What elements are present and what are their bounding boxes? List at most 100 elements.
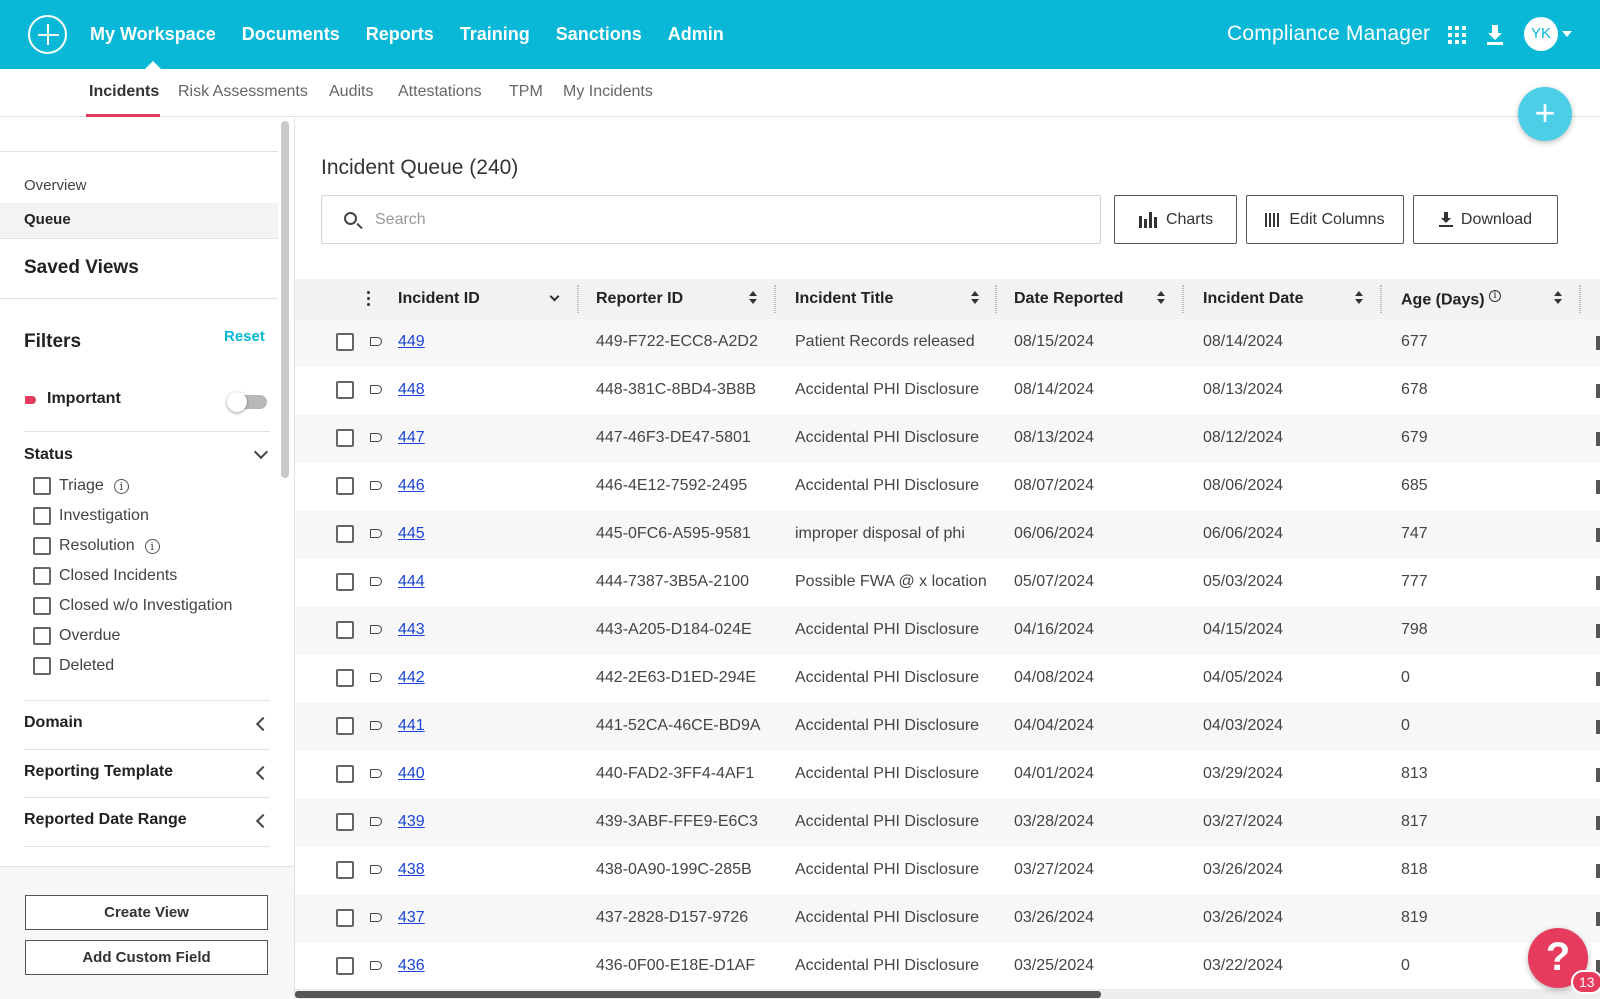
sidebar-scrollbar[interactable] <box>281 121 289 478</box>
sort-icon[interactable] <box>1355 291 1363 305</box>
column-resize-handle[interactable] <box>995 285 997 313</box>
checkbox[interactable] <box>33 657 51 675</box>
sort-icon[interactable] <box>1157 291 1165 305</box>
column-resize-handle[interactable] <box>1579 285 1581 313</box>
checkbox[interactable] <box>33 597 51 615</box>
incident-id-link[interactable]: 437 <box>398 909 425 927</box>
status-option-deleted[interactable]: Deleted <box>33 655 114 677</box>
row-checkbox[interactable] <box>336 381 354 399</box>
tag-icon[interactable] <box>370 817 382 826</box>
tag-icon[interactable] <box>370 481 382 490</box>
table-row[interactable]: 445 445-0FC6-A595-9581 improper disposal o… <box>295 511 1600 559</box>
search-box[interactable] <box>321 195 1101 244</box>
sort-icon[interactable] <box>971 291 979 305</box>
column-header-age-days[interactable]: Age (Days) i <box>1401 290 1502 309</box>
table-row[interactable]: 438 438-0A90-199C-285B Accidental PHI Disc… <box>295 847 1600 895</box>
tab-risk-assessments[interactable]: Risk Assessments <box>178 83 308 101</box>
tab-attestations[interactable]: Attestations <box>398 83 482 101</box>
tag-icon[interactable] <box>370 529 382 538</box>
table-row[interactable]: 437 437-2828-D157-9726 Accidental PHI Disc… <box>295 895 1600 943</box>
saved-views-heading[interactable]: Saved Views <box>24 257 139 279</box>
tab-incidents[interactable]: Incidents <box>89 83 159 101</box>
nav-admin[interactable]: Admin <box>668 0 724 69</box>
row-checkbox[interactable] <box>336 669 354 687</box>
tag-icon[interactable] <box>370 865 382 874</box>
app-grid-icon[interactable] <box>1448 26 1466 44</box>
sort-icon[interactable] <box>749 291 757 305</box>
incident-id-link[interactable]: 447 <box>398 429 425 447</box>
download-icon[interactable] <box>1486 24 1504 46</box>
checkbox[interactable] <box>33 507 51 525</box>
column-resize-handle[interactable] <box>1380 285 1382 313</box>
row-checkbox[interactable] <box>336 333 354 351</box>
incident-id-link[interactable]: 441 <box>398 717 425 735</box>
chevron-down-icon[interactable] <box>253 444 269 460</box>
horizontal-scrollbar[interactable] <box>295 989 1600 999</box>
table-row[interactable]: 448 448-381C-8BD4-3B8B Accidental PHI Disc… <box>295 367 1600 415</box>
create-view-button[interactable]: Create View <box>25 895 268 930</box>
important-toggle[interactable] <box>227 392 267 412</box>
nav-sanctions[interactable]: Sanctions <box>556 0 642 69</box>
add-incident-button[interactable]: + <box>1518 87 1572 141</box>
download-button[interactable]: Download <box>1413 195 1558 244</box>
search-input[interactable] <box>375 208 1075 232</box>
row-checkbox[interactable] <box>336 909 354 927</box>
info-icon[interactable]: i <box>144 538 160 554</box>
domain-filter[interactable]: Domain <box>0 700 278 748</box>
row-checkbox[interactable] <box>336 429 354 447</box>
sort-icon[interactable] <box>1554 291 1562 305</box>
checkbox[interactable] <box>33 537 51 555</box>
column-resize-handle[interactable] <box>1182 285 1184 313</box>
chevron-left-icon[interactable] <box>255 813 271 829</box>
column-header-incident-date[interactable]: Incident Date <box>1203 290 1303 308</box>
info-icon[interactable]: i <box>113 478 129 494</box>
row-checkbox[interactable] <box>336 861 354 879</box>
row-checkbox[interactable] <box>336 765 354 783</box>
chevron-down-icon[interactable] <box>549 291 560 302</box>
table-row[interactable]: 442 442-2E63-D1ED-294E Accidental PHI Disc… <box>295 655 1600 703</box>
nav-documents[interactable]: Documents <box>242 0 340 69</box>
table-row[interactable]: 443 443-A205-D184-024E Accidental PHI Disc… <box>295 607 1600 655</box>
tag-icon[interactable] <box>370 337 382 346</box>
tab-tpm[interactable]: TPM <box>509 83 543 101</box>
table-row[interactable]: 446 446-4E12-7592-2495 Accidental PHI Disc… <box>295 463 1600 511</box>
tag-icon[interactable] <box>370 913 382 922</box>
tab-my-incidents[interactable]: My Incidents <box>563 83 653 101</box>
status-option-resolution[interactable]: Resolution i <box>33 535 160 557</box>
table-row[interactable]: 444 444-7387-3B5A-2100 Possible FWA @ x lo… <box>295 559 1600 607</box>
incident-id-link[interactable]: 443 <box>398 621 425 639</box>
chevron-left-icon[interactable] <box>255 765 271 781</box>
tag-icon[interactable] <box>370 625 382 634</box>
table-row[interactable]: 436 436-0F00-E18E-D1AF Accidental PHI Disc… <box>295 943 1600 989</box>
status-filter-heading[interactable]: Status <box>24 446 73 464</box>
tag-icon[interactable] <box>370 769 382 778</box>
avatar[interactable]: YK <box>1524 17 1558 51</box>
tag-icon[interactable] <box>370 673 382 682</box>
incident-id-link[interactable]: 449 <box>398 333 425 351</box>
row-checkbox[interactable] <box>336 813 354 831</box>
column-header-date-reported[interactable]: Date Reported <box>1014 290 1123 308</box>
row-checkbox[interactable] <box>336 621 354 639</box>
column-header-incident-id[interactable]: Incident ID <box>398 290 480 308</box>
status-option-triage[interactable]: Triage i <box>33 475 129 497</box>
chevron-left-icon[interactable] <box>255 716 271 732</box>
nav-reports[interactable]: Reports <box>366 0 434 69</box>
row-checkbox[interactable] <box>336 957 354 975</box>
charts-button[interactable]: Charts <box>1114 195 1237 244</box>
incident-id-link[interactable]: 442 <box>398 669 425 687</box>
tab-audits[interactable]: Audits <box>329 83 373 101</box>
row-checkbox[interactable] <box>336 573 354 591</box>
info-icon[interactable]: i <box>1489 290 1502 302</box>
tag-icon[interactable] <box>370 577 382 586</box>
checkbox[interactable] <box>33 627 51 645</box>
incident-id-link[interactable]: 439 <box>398 813 425 831</box>
tag-icon[interactable] <box>370 721 382 730</box>
column-resize-handle[interactable] <box>774 285 776 313</box>
incident-id-link[interactable]: 445 <box>398 525 425 543</box>
checkbox[interactable] <box>33 477 51 495</box>
reporting-template-filter[interactable]: Reporting Template <box>0 749 278 797</box>
tag-icon[interactable] <box>370 385 382 394</box>
sidebar-item-overview[interactable]: Overview <box>24 177 87 194</box>
row-checkbox[interactable] <box>336 477 354 495</box>
column-menu-icon[interactable] <box>367 291 371 307</box>
